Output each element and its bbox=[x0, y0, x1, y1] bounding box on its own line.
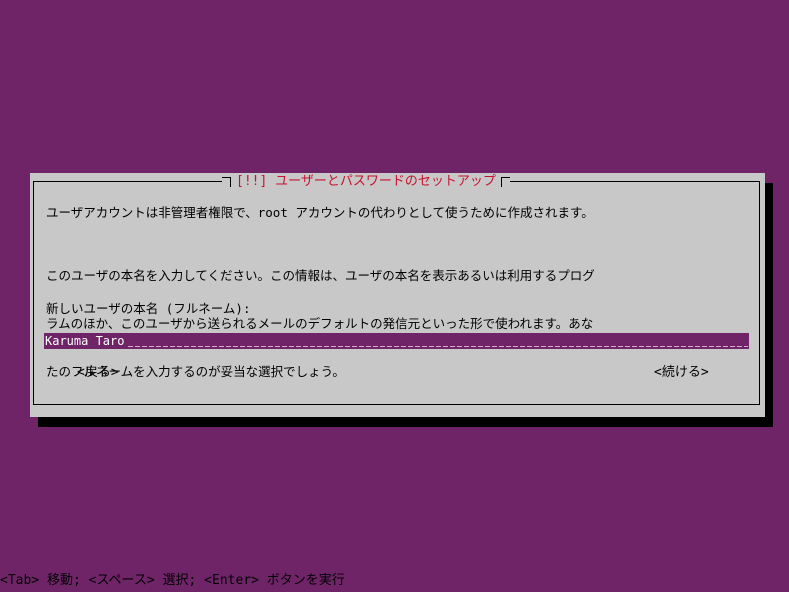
fullname-input-underline[interactable] bbox=[128, 333, 748, 349]
account-description: ユーザアカウントは非管理者権限で、root アカウントの代わりとして使うために作… bbox=[46, 205, 594, 220]
instructions-line-1: このユーザの本名を入力してください。この情報は、ユーザの本名を表示あるいは利用す… bbox=[46, 268, 595, 283]
instructions-line-3: たのフルネームを入力するのが妥当な選択でしょう。 bbox=[46, 364, 345, 379]
title-bracket-left bbox=[222, 176, 231, 187]
fullname-input-value[interactable]: Karuma Taro bbox=[44, 333, 124, 349]
keyboard-help-statusbar: <Tab> 移動; <スペース> 選択; <Enter> ボタンを実行 bbox=[0, 573, 345, 588]
fullname-prompt-label: 新しいユーザの本名 (フルネーム): bbox=[46, 301, 251, 316]
continue-button[interactable]: <続ける> bbox=[654, 364, 709, 381]
instructions-line-2: ラムのほか、このユーザから送られるメールのデフォルトの発信元といった形で使われま… bbox=[46, 316, 594, 331]
dialog-title: [!!] ユーザーとパスワードのセットアップ bbox=[236, 174, 496, 189]
dialog-title-bar: [!!] ユーザーとパスワードのセットアップ bbox=[222, 173, 510, 190]
fullname-instructions: このユーザの本名を入力してください。この情報は、ユーザの本名を表示あるいは利用す… bbox=[46, 236, 595, 412]
title-bracket-right bbox=[500, 176, 510, 187]
back-button[interactable]: <戻る> bbox=[77, 364, 119, 381]
fullname-input[interactable]: Karuma Taro bbox=[44, 333, 749, 349]
user-setup-dialog: [!!] ユーザーとパスワードのセットアップ ユーザアカウントは非管理者権限で、… bbox=[30, 173, 765, 417]
